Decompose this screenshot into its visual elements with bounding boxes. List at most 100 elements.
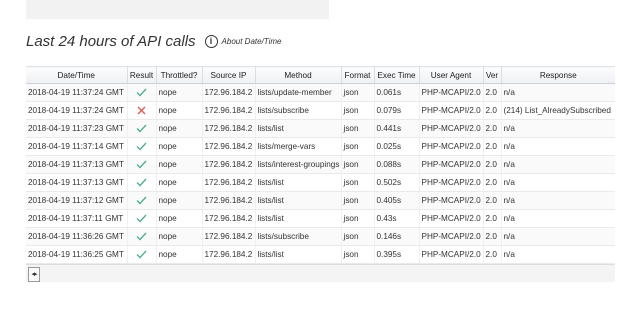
exec-cell: 0.502s (374, 173, 420, 192)
method-cell: lists/subscribe (255, 101, 342, 120)
column-header-exec-time[interactable]: Exec Time (374, 66, 420, 84)
datetime-cell: 2018-04-19 11:36:25 GMT (26, 245, 128, 264)
result-cell (127, 101, 157, 120)
check-icon (128, 232, 156, 241)
datetime-cell: 2018-04-19 11:37:14 GMT (26, 137, 128, 156)
agent-cell: PHP-MCAPI/2.0 (419, 101, 484, 120)
response-cell: n/a (501, 245, 615, 264)
table-row: 2018-04-19 11:37:13 GMT nope 172.96.184.2 l… (26, 155, 615, 174)
method-cell: lists/update-member (255, 83, 342, 102)
ver-cell: 2.0 (483, 101, 502, 120)
about-datetime[interactable]: i About Date/Time (204, 35, 282, 48)
format-cell: json (341, 119, 375, 138)
ver-cell: 2.0 (483, 155, 502, 174)
check-icon (128, 124, 156, 133)
about-datetime-link[interactable]: About Date/Time (222, 37, 282, 46)
format-cell: json (341, 209, 375, 228)
ip-cell: 172.96.184.2 (202, 83, 256, 102)
column-header-datetime[interactable]: Date/Time (26, 66, 128, 84)
column-header-user-agent[interactable]: User Agent (419, 66, 484, 84)
column-header-throttled[interactable]: Throttled? (156, 66, 203, 84)
exec-cell: 0.441s (374, 119, 420, 138)
throttled-cell: nope (156, 155, 203, 174)
format-cell: json (341, 101, 375, 120)
agent-cell: PHP-MCAPI/2.0 (419, 209, 484, 228)
ver-cell: 2.0 (483, 83, 502, 102)
datetime-cell: 2018-04-19 11:37:23 GMT (26, 119, 128, 138)
method-cell: lists/list (255, 173, 342, 192)
check-icon (128, 178, 156, 187)
ip-cell: 172.96.184.2 (202, 101, 256, 120)
exec-cell: 0.025s (374, 137, 420, 156)
exec-cell: 0.43s (374, 209, 420, 228)
table-header-row: Date/Time Result Throttled? Source IP Method… (26, 66, 615, 84)
exec-cell: 0.146s (374, 227, 420, 246)
throttled-cell: nope (156, 137, 203, 156)
format-cell: json (341, 155, 375, 174)
ver-cell: 2.0 (483, 227, 502, 246)
table-body: 2018-04-19 11:37:24 GMT nope 172.96.184.2 l… (26, 83, 615, 264)
response-cell: n/a (501, 191, 615, 210)
method-cell: lists/subscribe (255, 227, 342, 246)
format-cell: json (341, 227, 375, 246)
ver-cell: 2.0 (483, 173, 502, 192)
check-icon (128, 250, 156, 259)
api-calls-grid: Date/Time Result Throttled? Source IP Method… (26, 66, 615, 282)
ver-cell: 2.0 (483, 209, 502, 228)
cross-icon (128, 106, 156, 115)
response-cell: n/a (501, 173, 615, 192)
top-panel (26, 0, 329, 19)
table-row: 2018-04-19 11:37:14 GMT nope 172.96.184.2 l… (26, 137, 615, 156)
column-header-result[interactable]: Result (127, 66, 157, 84)
datetime-cell: 2018-04-19 11:37:24 GMT (26, 83, 128, 102)
exec-cell: 0.395s (374, 245, 420, 264)
column-header-source-ip[interactable]: Source IP (202, 66, 256, 84)
expand-columns-icon: ◂▸ (31, 271, 37, 278)
info-icon[interactable]: i (204, 35, 218, 48)
datetime-cell: 2018-04-19 11:37:13 GMT (26, 173, 128, 192)
format-cell: json (341, 83, 375, 102)
response-cell: n/a (501, 83, 615, 102)
ver-cell: 2.0 (483, 119, 502, 138)
table-row: 2018-04-19 11:36:26 GMT nope 172.96.184.2 l… (26, 227, 615, 246)
format-cell: json (341, 173, 375, 192)
column-header-method[interactable]: Method (255, 66, 342, 84)
check-icon (128, 214, 156, 223)
table-row: 2018-04-19 11:37:23 GMT nope 172.96.184.2 l… (26, 119, 615, 138)
format-cell: json (341, 137, 375, 156)
column-header-response[interactable]: Response (501, 66, 615, 84)
response-cell: n/a (501, 227, 615, 246)
ip-cell: 172.96.184.2 (202, 155, 256, 174)
datetime-cell: 2018-04-19 11:37:11 GMT (26, 209, 128, 228)
method-cell: lists/list (255, 119, 342, 138)
check-icon (128, 88, 156, 97)
result-cell (127, 209, 157, 228)
throttled-cell: nope (156, 191, 203, 210)
agent-cell: PHP-MCAPI/2.0 (419, 173, 484, 192)
expand-columns-button[interactable]: ◂▸ (28, 267, 40, 282)
agent-cell: PHP-MCAPI/2.0 (419, 227, 484, 246)
method-cell: lists/interest-groupings (255, 155, 342, 174)
agent-cell: PHP-MCAPI/2.0 (419, 119, 484, 138)
column-header-ver[interactable]: Ver (483, 66, 502, 84)
throttled-cell: nope (156, 83, 203, 102)
ip-cell: 172.96.184.2 (202, 245, 256, 264)
response-cell: n/a (501, 137, 615, 156)
table-row: 2018-04-19 11:37:12 GMT nope 172.96.184.2 l… (26, 191, 615, 210)
table-row: 2018-04-19 11:37:24 GMT nope 172.96.184.2 l… (26, 83, 615, 102)
agent-cell: PHP-MCAPI/2.0 (419, 191, 484, 210)
result-cell (127, 83, 157, 102)
result-cell (127, 137, 157, 156)
throttled-cell: nope (156, 173, 203, 192)
agent-cell: PHP-MCAPI/2.0 (419, 155, 484, 174)
response-cell: (214) List_AlreadySubscribed (501, 101, 615, 120)
table-row: 2018-04-19 11:36:25 GMT nope 172.96.184.2 l… (26, 245, 615, 264)
datetime-cell: 2018-04-19 11:37:24 GMT (26, 101, 128, 120)
response-cell: n/a (501, 155, 615, 174)
method-cell: lists/list (255, 209, 342, 228)
api-calls-table: Date/Time Result Throttled? Source IP Method… (26, 66, 615, 264)
method-cell: lists/merge-vars (255, 137, 342, 156)
grid-footer: ◂▸ (26, 264, 615, 282)
check-icon (128, 196, 156, 205)
column-header-format[interactable]: Format (341, 66, 375, 84)
